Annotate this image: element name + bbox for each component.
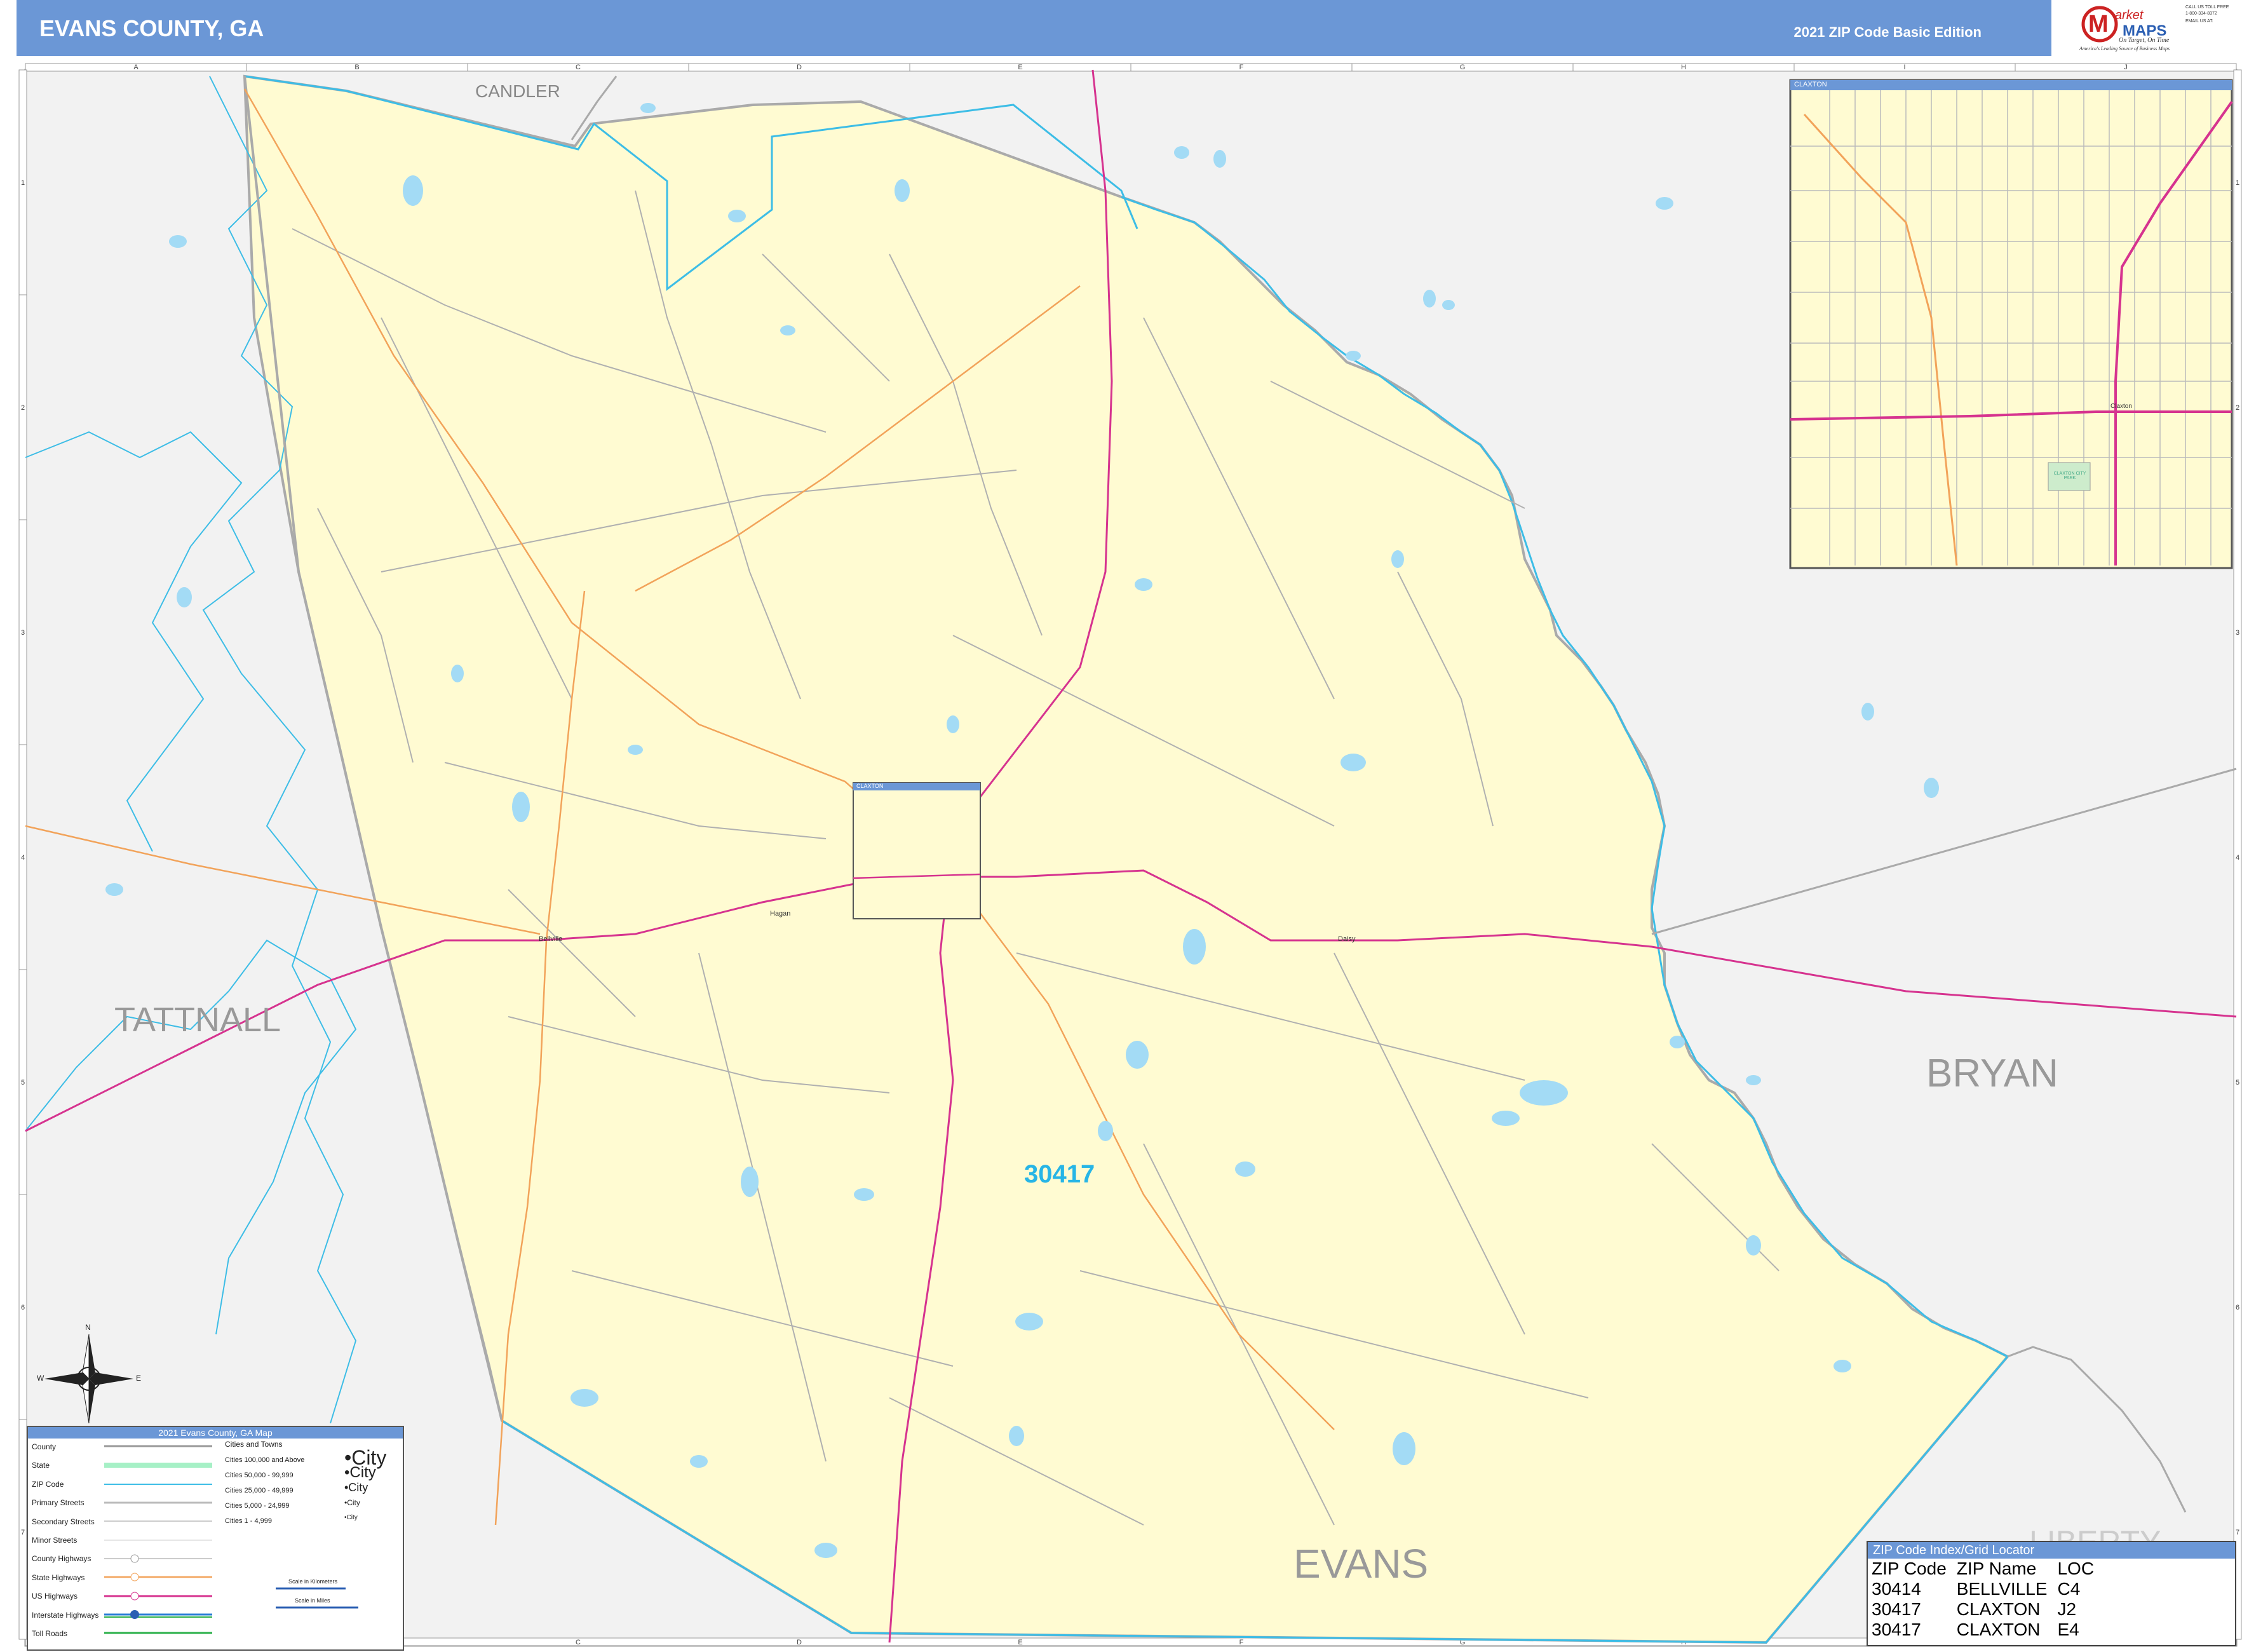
- grid-row-label: 5: [21, 1079, 25, 1087]
- zip-index-cell: 30417: [1872, 1620, 1921, 1639]
- legend-scale-mi: Scale in Miles: [295, 1597, 330, 1604]
- zip-index-cell: J2: [2057, 1599, 2077, 1619]
- svg-text:M: M: [2088, 11, 2109, 37]
- claxton-inset-header: [1790, 80, 2232, 90]
- zip-index-box: ZIP Code Index/Grid Locator ZIP Code ZIP…: [1867, 1541, 2236, 1646]
- zip-index-row: 30414 BELLVILLE C4: [1872, 1579, 2104, 1599]
- zip-index-header-row: ZIP Code ZIP Name LOC: [1872, 1559, 2104, 1579]
- legend-city-class: Cities 50,000 - 99,999: [225, 1472, 294, 1479]
- zip-index-cell: CLAXTON: [1956, 1620, 2041, 1639]
- grid-row-label: 3: [2236, 629, 2239, 637]
- legend-city-class: Cities 100,000 and Above: [225, 1456, 305, 1464]
- svg-text:arket: arket: [2115, 8, 2144, 22]
- grid-row-label: 4: [2236, 854, 2239, 862]
- grid-col-label: B: [355, 64, 359, 71]
- place-daisy: Daisy: [1338, 935, 1356, 943]
- inset-title: CLAXTON: [1794, 81, 1827, 88]
- zip-index-table: ZIP Code ZIP Name LOC 30414 BELLVILLE C4 30…: [1872, 1559, 2104, 1640]
- legend-city-class: Cities 5,000 - 24,999: [225, 1502, 290, 1510]
- grid-col-label: E: [1018, 64, 1022, 71]
- grid-col-label: D: [797, 1639, 802, 1646]
- zip-col-loc: LOC: [2057, 1559, 2095, 1578]
- edition-label: 2021 ZIP Code Basic Edition: [1793, 24, 1982, 40]
- grid-col-label: G: [1460, 64, 1466, 71]
- grid-row-label: 2: [2236, 404, 2239, 412]
- grid-row-label: 2: [21, 404, 25, 412]
- grid-row-label: 4: [21, 854, 25, 862]
- inset-city-label: Claxton: [2110, 403, 2132, 410]
- zip-index-row: 30417 CLAXTON E4: [1872, 1620, 2104, 1640]
- compass-n: N: [85, 1323, 91, 1332]
- zip-index-cell: 30414: [1872, 1579, 1921, 1599]
- legend-title: 2021 Evans County, GA Map: [28, 1427, 403, 1439]
- claxton-inset-frame: [1789, 79, 2233, 569]
- zip-index-cell: CLAXTON: [1956, 1599, 2041, 1619]
- logo-email: EMAIL US AT:: [2185, 19, 2213, 24]
- grid-row-label: 7: [21, 1529, 25, 1536]
- small-inset-title: CLAXTON: [856, 783, 884, 789]
- label-tattnall: TATTNALL: [114, 1001, 281, 1039]
- county-map: AABBCCDDEEFFGGHHIIJJ 11223344556677: [18, 63, 2242, 1647]
- inset-park-label: CLAXTON CITY PARK: [2053, 471, 2086, 480]
- grid-col-label: A: [133, 64, 138, 71]
- claxton-small-inset: [853, 782, 981, 919]
- legend-city-sample: •City: [344, 1481, 368, 1494]
- logo-call: CALL US TOLL FREE: [2185, 5, 2229, 10]
- logo-phone: 1-800-334-8372: [2185, 11, 2217, 16]
- grid-row-label: 6: [2236, 1304, 2239, 1311]
- zip-index-cell: C4: [2057, 1579, 2081, 1599]
- zip-index-cell: BELLVILLE: [1956, 1579, 2048, 1599]
- zip-col-name: ZIP Name: [1956, 1559, 2037, 1578]
- legend-city-sample: •City: [344, 1514, 358, 1521]
- header-bar: EVANS COUNTY, GA 2021 ZIP Code Basic Edi…: [17, 0, 2051, 56]
- grid-row-label: 6: [21, 1304, 25, 1311]
- grid-col-label: C: [576, 1639, 581, 1646]
- map-legend: 2021 Evans County, GA Map County State ZIP…: [27, 1426, 404, 1651]
- legend-city-sample: •City: [344, 1464, 376, 1481]
- label-bryan: BRYAN: [1926, 1052, 2058, 1095]
- logo-tagline: On Target, On Time: [2119, 37, 2170, 44]
- label-evans: EVANS: [1293, 1541, 1429, 1587]
- legend-city-sample: •City: [344, 1498, 360, 1507]
- grid-col-label: J: [2124, 64, 2128, 71]
- legend-scale-km: Scale in Kilometers: [288, 1578, 338, 1585]
- grid-col-label: E: [1018, 1639, 1022, 1646]
- compass-w: W: [37, 1374, 44, 1383]
- grid-row-label: 1: [21, 179, 25, 187]
- map-title: EVANS COUNTY, GA: [39, 15, 264, 41]
- grid-row-label: 3: [21, 629, 25, 637]
- grid-row-label: 5: [2236, 1079, 2239, 1087]
- zip-label-30417: 30417: [1024, 1160, 1095, 1188]
- zip-index-row: 30417 CLAXTON J2: [1872, 1599, 2104, 1620]
- place-hagan: Hagan: [770, 910, 791, 917]
- grid-col-label: D: [797, 64, 802, 71]
- grid-col-label: H: [1681, 64, 1686, 71]
- legend-city-class: Cities 1 - 4,999: [225, 1517, 272, 1525]
- grid-col-label: I: [1903, 64, 1905, 71]
- grid-col-label: C: [576, 64, 581, 71]
- compass-e: E: [136, 1374, 142, 1383]
- grid-col-label: F: [1239, 64, 1244, 71]
- label-candler: CANDLER: [475, 81, 560, 101]
- market-maps-logo: M arket MAPS On Target, On Time America'…: [2074, 0, 2242, 56]
- zip-col-code: ZIP Code: [1872, 1559, 1947, 1578]
- zip-index-cell: 30417: [1872, 1599, 1921, 1619]
- place-bellville: Bellville: [539, 935, 563, 943]
- legend-city-class: Cities 25,000 - 49,999: [225, 1487, 294, 1494]
- zip-index-cell: E4: [2057, 1620, 2079, 1639]
- zip-index-title: ZIP Code Index/Grid Locator: [1868, 1542, 2235, 1559]
- grid-row-label: 1: [2236, 179, 2239, 187]
- grid-row-label: 7: [2236, 1529, 2239, 1536]
- legend-cities-title: Cities and Towns: [225, 1440, 283, 1449]
- grid-col-label: F: [1239, 1639, 1244, 1646]
- logo-subline: America's Leading Source of Business Map…: [2079, 46, 2170, 51]
